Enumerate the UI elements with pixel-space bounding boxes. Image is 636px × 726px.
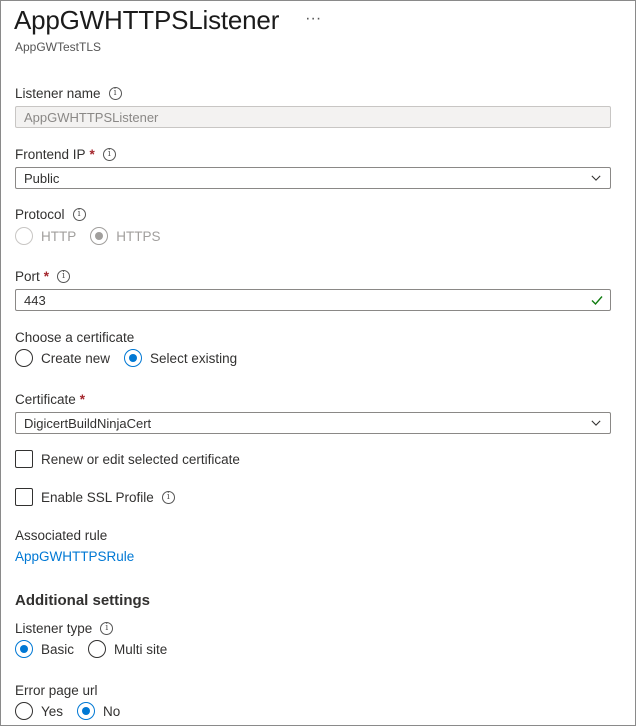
additional-settings-heading: Additional settings — [15, 592, 150, 609]
listener-type-multisite-radio[interactable] — [88, 640, 107, 658]
more-actions-button[interactable]: ··· — [305, 10, 321, 28]
frontend-ip-value: Public — [24, 170, 60, 186]
listener-type-label-text: Listener type — [15, 621, 93, 636]
error-page-no-label: No — [103, 703, 121, 719]
renew-certificate-label: Renew or edit selected certificate — [41, 451, 240, 467]
error-page-url-label: Error page url — [15, 683, 98, 698]
frontend-ip-dropdown[interactable]: Public — [15, 167, 611, 189]
checkmark-icon — [591, 296, 603, 306]
associated-rule-label: Associated rule — [15, 528, 107, 543]
associated-rule-label-text: Associated rule — [15, 528, 108, 543]
select-existing-label: Select existing — [150, 350, 238, 366]
error-page-no-radio[interactable] — [77, 702, 96, 720]
error-page-yes-label: Yes — [41, 703, 64, 719]
info-icon[interactable]: i — [72, 208, 86, 221]
listener-type-multisite-label: Multi site — [114, 641, 168, 657]
choose-certificate-label-text: Choose a certificate — [15, 330, 135, 345]
create-new-radio[interactable] — [15, 349, 33, 367]
listener-name-value: AppGWHTTPSListener — [24, 109, 159, 125]
certificate-label-text: Certificate — [15, 392, 76, 407]
listener-type-label: Listener type i — [15, 621, 114, 636]
chevron-down-icon — [591, 420, 601, 426]
renew-certificate-option: Renew or edit selected certificate — [15, 450, 240, 468]
listener-type-basic-radio[interactable] — [15, 640, 33, 658]
error-page-yes-radio[interactable] — [15, 702, 33, 720]
error-page-url-radio-group: Yes No — [15, 702, 134, 720]
info-icon[interactable]: i — [161, 490, 175, 504]
port-value: 443 — [24, 292, 46, 308]
certificate-label: Certificate * — [15, 392, 85, 407]
ssl-profile-checkbox[interactable] — [15, 488, 33, 506]
renew-certificate-checkbox[interactable] — [15, 450, 33, 468]
protocol-https-label: HTTPS — [116, 228, 161, 244]
chevron-down-icon — [591, 175, 601, 181]
protocol-https-radio[interactable] — [90, 227, 109, 245]
frontend-ip-label-text: Frontend IP — [15, 147, 86, 162]
required-marker: * — [43, 269, 50, 284]
protocol-http-label: HTTP — [41, 228, 77, 244]
certificate-choice-radio-group: Create new Select existing — [15, 349, 251, 367]
protocol-http-radio[interactable] — [15, 227, 33, 245]
port-field[interactable]: 443 — [15, 289, 611, 311]
required-marker: * — [79, 392, 86, 407]
protocol-label: Protocol i — [15, 207, 86, 222]
certificate-dropdown[interactable]: DigicertBuildNinjaCert — [15, 412, 611, 434]
info-icon[interactable]: i — [57, 270, 71, 283]
choose-certificate-label: Choose a certificate — [15, 330, 134, 345]
info-icon[interactable]: i — [102, 148, 116, 161]
info-icon[interactable]: i — [100, 622, 114, 635]
listener-type-basic-label: Basic — [41, 641, 75, 657]
certificate-value: DigicertBuildNinjaCert — [24, 415, 152, 431]
frontend-ip-label: Frontend IP * i — [15, 147, 116, 162]
page-subtitle: AppGWTestTLS — [15, 40, 102, 54]
port-label: Port * i — [15, 269, 71, 284]
info-icon[interactable]: i — [108, 87, 122, 100]
title-row: AppGWHTTPSListener ··· — [14, 5, 321, 36]
listener-panel: AppGWHTTPSListener ··· AppGWTestTLS List… — [0, 0, 636, 726]
ssl-profile-label: Enable SSL Profile — [41, 489, 154, 505]
port-label-text: Port — [15, 269, 40, 284]
required-marker: * — [89, 147, 95, 162]
protocol-radio-group: HTTP HTTPS — [15, 227, 175, 245]
associated-rule-link[interactable]: AppGWHTTPSRule — [15, 549, 134, 564]
listener-name-field[interactable]: AppGWHTTPSListener — [15, 106, 611, 128]
page-title: AppGWHTTPSListener — [14, 5, 280, 35]
listener-name-label-text: Listener name — [15, 86, 101, 101]
listener-name-label: Listener name i — [15, 86, 122, 101]
create-new-label: Create new — [41, 350, 111, 366]
select-existing-radio[interactable] — [124, 349, 143, 367]
error-page-url-label-text: Error page url — [15, 683, 98, 698]
ssl-profile-option: Enable SSL Profile i — [15, 488, 175, 506]
protocol-label-text: Protocol — [15, 207, 65, 222]
listener-type-radio-group: Basic Multi site — [15, 640, 181, 658]
